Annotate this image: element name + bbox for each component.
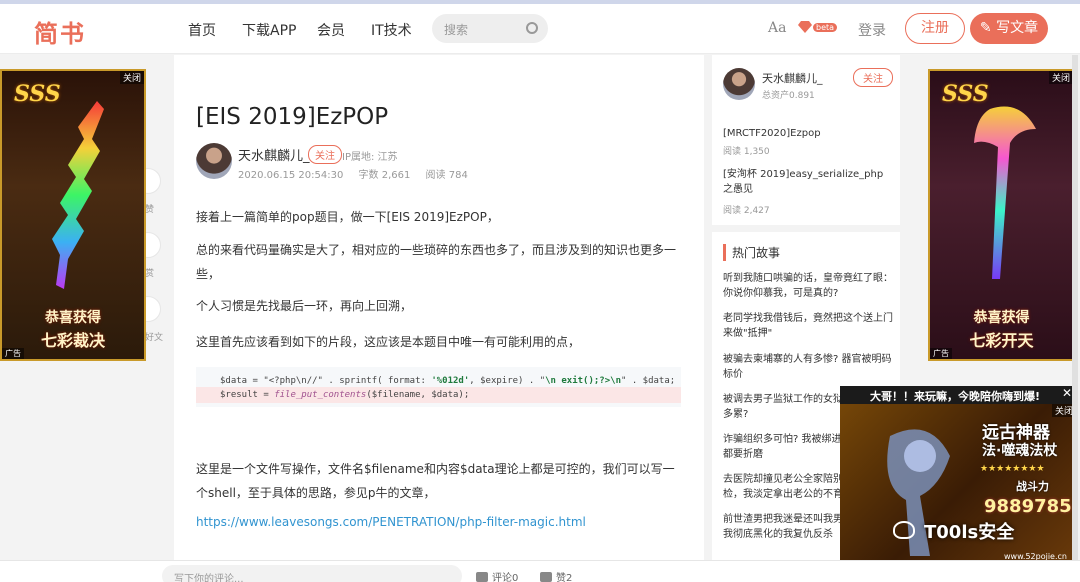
font-size-toggle[interactable]: Aa (768, 20, 786, 36)
rainbow-sword-image (52, 101, 104, 289)
code-text: $data = "<?php\n//" . sprintf( format: (220, 376, 432, 386)
sidebar-follow-button[interactable]: 关注 (853, 68, 893, 87)
pen-icon: ✎ (979, 20, 997, 36)
power-value: 9889785 (984, 496, 1072, 517)
hot-stories-title: 热门故事 (723, 244, 780, 261)
hot-story-item[interactable]: 听到我随口哄骗的话，皇帝竟红了眼：你说你仰慕我，可是真的? (723, 271, 893, 301)
power-label: 战斗力 (1016, 480, 1049, 493)
ad-header: 大哥！！来玩嘛，今晚陪你嗨到爆! (840, 386, 1076, 404)
paragraph: 个人习惯是先找最后一环，再向上回溯， (196, 299, 413, 313)
hot-story-item[interactable]: 被骗去柬埔寨的人有多惨? 器官被明码标价 (723, 352, 893, 382)
code-function: file_put_contents (274, 390, 367, 400)
ip-location: IP属地: 江苏 (342, 152, 398, 163)
comment-input[interactable]: 写下你的评论... (162, 565, 462, 582)
sidebar-post-reads: 阅读 1,350 (723, 147, 770, 157)
site-header: 简书 首页 下载APP 会员 IT技术 搜索 Aa beta 登录 注册 ✎ 写… (0, 4, 1080, 54)
paragraph: 这里是一个文件写操作，文件名$filename和内容$data理论上都是可控的，… (196, 462, 675, 500)
code-line: $result = file_put_contents($filename, $… (220, 390, 469, 400)
wechat-icon (893, 521, 915, 539)
good-article-float-label: 好文 (145, 333, 164, 343)
article-title: [EIS 2019]EzPOP (196, 104, 389, 130)
comment-bar: 写下你的评论... 评论0 赞2 (0, 560, 1080, 582)
ad-subtitle: 法·噬魂法杖 (982, 443, 1058, 459)
article-container: [EIS 2019]EzPOP 天水麒麟儿_ 关注 IP属地: 江苏 2020.… (174, 55, 704, 565)
word-count: 字数 2,661 (358, 170, 411, 181)
watermark-text: T00ls安全 (924, 522, 1015, 543)
code-text: " . $data; (620, 376, 676, 386)
paragraph: 接着上一篇简单的pop题目，做一下[EIS 2019]EzPOP， (196, 210, 499, 224)
write-article-label: 写文章 (996, 20, 1039, 36)
search-placeholder: 搜索 (444, 23, 469, 37)
write-article-button[interactable]: ✎ 写文章 (970, 13, 1048, 44)
code-text: , $expire) . " (469, 376, 546, 386)
article-meta: 2020.06.15 20:54:30 字数 2,661 阅读 784 (238, 166, 480, 181)
register-button[interactable]: 注册 (905, 13, 965, 44)
sidebar-post-title[interactable]: [MRCTF2020]Ezpop (723, 126, 891, 141)
hot-story-item[interactable]: 老同学找我借钱后，竟然把这个送上门来做"抵押" (723, 311, 893, 341)
ad-close-button[interactable]: 关闭 (1048, 71, 1073, 84)
thumb-up-icon (540, 572, 552, 582)
nav-home[interactable]: 首页 (188, 20, 216, 40)
sidebar-author-assets: 总资产0.891 (762, 91, 815, 101)
ad-tag: 广告 (2, 348, 24, 359)
comment-icon (476, 572, 488, 582)
sidebar-author-name[interactable]: 天水麒麟儿_ (762, 70, 823, 86)
search-icon[interactable] (526, 22, 538, 34)
search-input[interactable]: 搜索 (432, 14, 548, 43)
author-avatar[interactable] (196, 143, 232, 179)
ad-close-button[interactable]: 关闭 (119, 71, 144, 84)
nav-membership[interactable]: 会员 (317, 20, 345, 40)
code-string: \n exit();?>\n (545, 376, 621, 386)
ad-tag: 广告 (930, 348, 952, 359)
like-float-label: 赞 (145, 205, 155, 215)
code-block: $data = "<?php\n//" . sprintf( format: '… (196, 367, 681, 407)
follow-button[interactable]: 关注 (308, 145, 342, 164)
code-string: '%012d' (431, 376, 470, 386)
right-game-ad[interactable]: SSS 恭喜获得 七彩开天 关闭 广告 (928, 69, 1075, 361)
code-text: ($filename, $data); (366, 390, 470, 400)
publish-date: 2020.06.15 20:54:30 (238, 170, 344, 181)
page-scrollbar[interactable] (1072, 55, 1078, 560)
code-text: $result = (220, 390, 275, 400)
author-name[interactable]: 天水麒麟儿_ (238, 145, 310, 164)
diamond-icon[interactable] (798, 21, 812, 33)
read-count: 阅读 784 (425, 170, 468, 181)
comment-count-button[interactable]: 评论0 (476, 569, 518, 582)
like-count: 赞2 (556, 573, 573, 582)
beta-badge: beta (813, 23, 838, 32)
sidebar-post-title[interactable]: [安洵杯 2019]easy_serialize_php之愚见 (723, 167, 891, 197)
like-button[interactable]: 赞2 (540, 569, 572, 582)
site-logo[interactable]: 简书 (34, 14, 86, 49)
paragraph: 总的来看代码量确实是大了，相对应的一些琐碎的东西也多了，而且涉及到的知识也更多一… (196, 243, 677, 281)
rating-stars: ★★★★★★★★ (980, 464, 1045, 474)
sidebar-post-reads: 阅读 2,427 (723, 206, 770, 216)
code-line: $data = "<?php\n//" . sprintf( format: '… (220, 376, 675, 386)
ad-slogan: 恭喜获得 (45, 310, 101, 326)
comment-placeholder: 写下你的评论... (174, 574, 244, 582)
nav-it-tech[interactable]: IT技术 (371, 20, 412, 40)
comment-count: 评论0 (492, 573, 519, 582)
login-link[interactable]: 登录 (858, 20, 886, 40)
rainbow-axe-image (974, 106, 1036, 279)
article-link[interactable]: https://www.leavesongs.com/PENETRATION/p… (196, 515, 586, 529)
ad-close-icon[interactable]: ✕ (1062, 386, 1072, 400)
left-game-ad[interactable]: SSS 恭喜获得 七彩裁决 关闭 广告 (0, 69, 146, 361)
ad-slogan: 恭喜获得 (973, 310, 1030, 326)
ad-header-text: 大哥！！来玩嘛，今晚陪你嗨到爆! (870, 390, 1041, 403)
reward-float-label: 赏 (145, 269, 155, 279)
nav-download-app[interactable]: 下载APP (242, 20, 296, 40)
author-card: 天水麒麟儿_ 总资产0.891 关注 [MRCTF2020]Ezpop 阅读 1… (712, 55, 900, 225)
paragraph: 这里首先应该看到如下的片段，这应该是本题目中唯一有可能利用的点， (196, 335, 581, 349)
sidebar-author-avatar[interactable] (723, 68, 755, 100)
